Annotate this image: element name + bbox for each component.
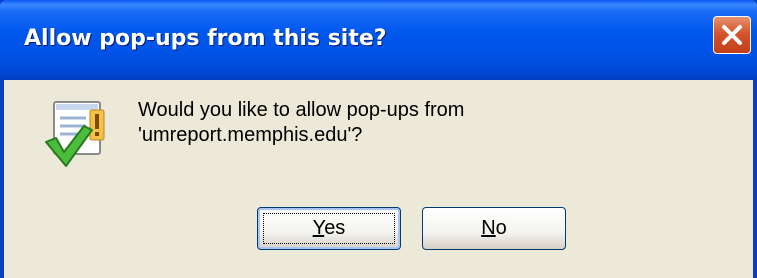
no-label-rest: o <box>495 217 507 239</box>
dialog-message: Would you like to allow pop-ups from 'um… <box>138 98 464 148</box>
no-button[interactable]: No <box>422 207 566 250</box>
no-mnemonic: N <box>481 217 496 239</box>
message-line-1: Would you like to allow pop-ups from <box>138 99 465 121</box>
yes-button-label: Yes <box>313 217 346 239</box>
yes-label-rest: es <box>324 217 346 239</box>
yes-button[interactable]: Yes <box>257 207 401 250</box>
title-bar[interactable]: Allow pop-ups from this site? <box>0 0 757 80</box>
close-icon <box>722 25 742 45</box>
dialog-body: Would you like to allow pop-ups from 'um… <box>4 80 753 278</box>
window-title: Allow pop-ups from this site? <box>24 26 387 51</box>
popup-allow-checkmark-icon <box>40 96 112 172</box>
yes-mnemonic: Y <box>312 217 325 239</box>
no-button-label: No <box>481 217 507 239</box>
close-button[interactable] <box>713 16 751 54</box>
popup-dialog: Allow pop-ups from this site? Would you … <box>0 0 757 278</box>
message-line-2: 'umreport.memphis.edu'? <box>138 124 363 146</box>
